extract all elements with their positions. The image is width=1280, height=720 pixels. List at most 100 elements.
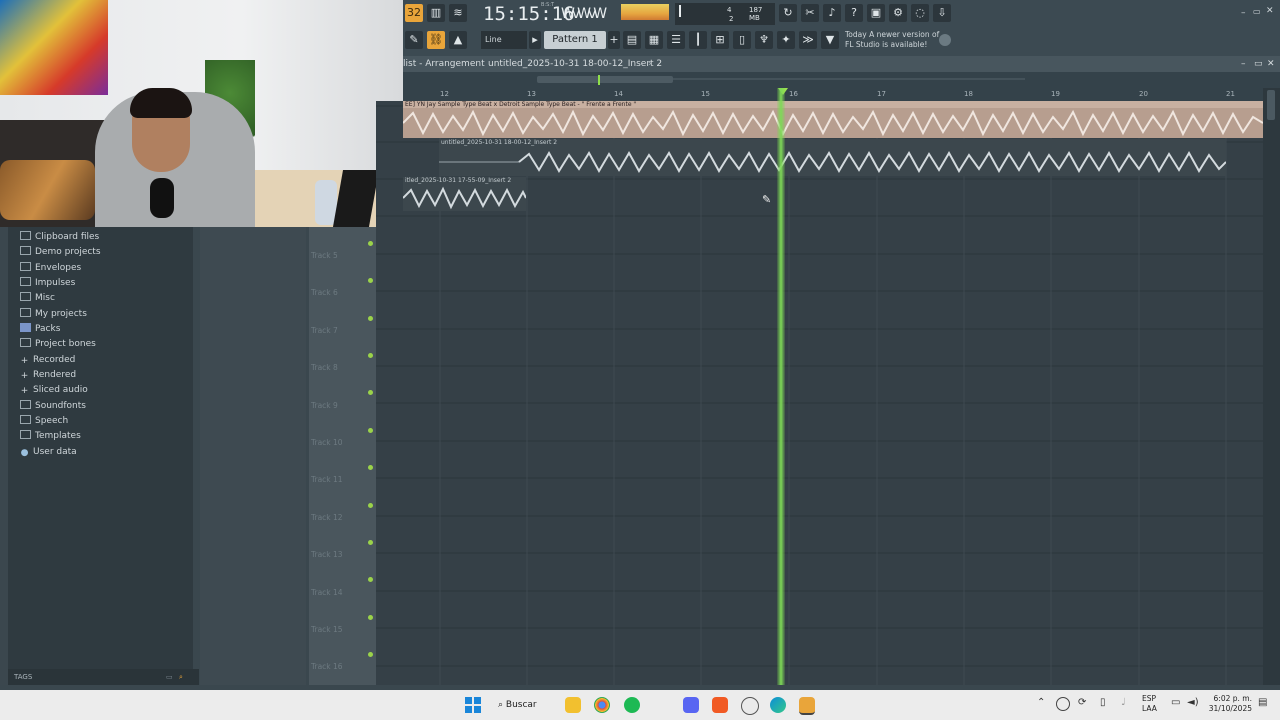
window-restore-icon[interactable]: ▭	[1253, 7, 1261, 16]
spotify-icon[interactable]	[624, 697, 640, 713]
browser-item-rendered[interactable]: + Rendered	[20, 368, 76, 383]
browser-item-user-data[interactable]: ● User data	[20, 445, 77, 460]
tags-edit-icon[interactable]: ▭	[166, 669, 173, 685]
patcher-icon[interactable]: ⊞	[711, 31, 729, 49]
mic-icon[interactable]: ♪	[823, 4, 841, 22]
plugin-icon[interactable]: ⚙	[889, 4, 907, 22]
wave-icon[interactable]: ≋	[449, 4, 467, 22]
tags-bar[interactable]: TAGS ▭ ⌕	[8, 669, 199, 685]
track-label[interactable]: Track 16	[311, 662, 343, 671]
tray-mic-icon[interactable]: ♩	[1121, 697, 1126, 708]
chat-icon[interactable]: ◌	[911, 4, 929, 22]
mixer-icon[interactable]: ▥	[427, 4, 445, 22]
edge-icon[interactable]	[770, 697, 786, 713]
tray-sync-icon[interactable]: ⟳	[1078, 697, 1086, 708]
fl-logo-button[interactable]: 32	[405, 4, 423, 22]
channel-rack-icon[interactable]: ☰	[667, 31, 685, 49]
tray-network-icon[interactable]: ▭	[1171, 697, 1180, 708]
playlist-vertical-scroll[interactable]	[1263, 88, 1280, 685]
chrome-icon[interactable]	[594, 697, 610, 713]
track-mute-led[interactable]	[368, 428, 373, 433]
news-panel[interactable]: Today A newer version of FL Studio is av…	[845, 30, 947, 52]
pattern-add-icon[interactable]: +	[608, 31, 620, 49]
browser-item-misc[interactable]: Misc	[20, 291, 55, 306]
track-label[interactable]: Track 14	[311, 588, 343, 597]
mixer-view-icon[interactable]: ┃	[689, 31, 707, 49]
track-mute-led[interactable]	[368, 353, 373, 358]
track-label[interactable]: Track 6	[311, 288, 338, 297]
discord-icon[interactable]	[683, 697, 699, 713]
track-mute-led[interactable]	[368, 652, 373, 657]
browser-item-envelopes[interactable]: Envelopes	[20, 261, 81, 276]
tray-app-icon[interactable]	[1056, 697, 1070, 711]
pattern-prev-icon[interactable]: ▸	[529, 31, 541, 49]
playlist-restore-icon[interactable]: ▭	[1254, 56, 1263, 72]
file-explorer-icon[interactable]	[565, 697, 581, 713]
help-icon[interactable]: ?	[845, 4, 863, 22]
master-volume-meter[interactable]	[621, 4, 669, 20]
notification-icon[interactable]: ▤	[1258, 697, 1267, 708]
browser-item-project-bones[interactable]: Project bones	[20, 337, 96, 352]
loop-record-icon[interactable]: ↻	[779, 4, 797, 22]
tray-clock[interactable]: 6:02 p. m. 31/10/2025	[1204, 694, 1252, 714]
plugin-picker-icon[interactable]: ♆	[755, 31, 773, 49]
save-icon[interactable]: ▣	[867, 4, 885, 22]
track-label[interactable]: Track 11	[311, 475, 343, 484]
tags-search-icon[interactable]: ⌕	[179, 669, 183, 685]
track-label[interactable]: Track 5	[311, 251, 338, 260]
track-label[interactable]: Track 7	[311, 326, 338, 335]
track-mute-led[interactable]	[368, 390, 373, 395]
browser-item-templates[interactable]: Templates	[20, 429, 81, 444]
tempo-icon[interactable]: ≫	[799, 31, 817, 49]
track-mute-led[interactable]	[368, 503, 373, 508]
script-icon[interactable]: ✦	[777, 31, 795, 49]
browser-item-recorded[interactable]: + Recorded	[20, 353, 76, 368]
window-minimize-icon[interactable]: –	[1241, 8, 1246, 18]
browser-item-speech[interactable]: Speech	[20, 414, 68, 429]
browser-item-demo-projects[interactable]: Demo projects	[20, 245, 101, 260]
audio-clip[interactable]: itled_2025-10-31 17-55-09_Insert 2	[403, 177, 526, 211]
browser-item-clipboard-files[interactable]: Clipboard files	[20, 230, 99, 245]
piano-roll-icon[interactable]: ▦	[645, 31, 663, 49]
track-mute-led[interactable]	[368, 615, 373, 620]
browser-item-packs[interactable]: Packs	[20, 322, 60, 337]
track-mute-led[interactable]	[368, 540, 373, 545]
tray-language[interactable]: ESP LAA	[1142, 694, 1157, 714]
tray-chevron-icon[interactable]: ⌃	[1037, 697, 1045, 708]
time-ruler[interactable]: 12 13 14 15 16 17 18 19 20 21	[403, 88, 1263, 101]
snap-selector[interactable]: Line	[481, 31, 527, 49]
browser-item-sliced-audio[interactable]: + Sliced audio	[20, 383, 88, 398]
track-mute-led[interactable]	[368, 316, 373, 321]
browser-icon[interactable]: ▯	[733, 31, 751, 49]
taskbar-search[interactable]: ⌕ Buscar	[498, 696, 556, 714]
stamp-icon[interactable]: ▲	[449, 31, 467, 49]
obs-icon[interactable]	[741, 697, 759, 715]
scroll-thumb[interactable]	[537, 76, 673, 83]
playlist-close-icon[interactable]: ✕	[1267, 56, 1275, 72]
track-label[interactable]: Track 12	[311, 513, 343, 522]
browser-item-soundfonts[interactable]: Soundfonts	[20, 399, 86, 414]
vscroll-thumb[interactable]	[1267, 90, 1275, 120]
link-icon[interactable]: ⛓	[427, 31, 445, 49]
audio-clip[interactable]: EE] YN Jay Sample Type Beat x Detroit Sa…	[403, 101, 1263, 138]
track-mute-led[interactable]	[368, 241, 373, 246]
browser-item-my-projects[interactable]: My projects	[20, 307, 87, 322]
shop-icon[interactable]: ▼	[821, 31, 839, 49]
track-mute-led[interactable]	[368, 577, 373, 582]
download-icon[interactable]: ⇩	[933, 4, 951, 22]
windows-start-icon[interactable]	[464, 696, 482, 714]
playlist-tracks-area[interactable]: EE] YN Jay Sample Type Beat x Detroit Sa…	[376, 88, 1263, 685]
playlist-horizontal-scroll[interactable]	[403, 72, 1280, 88]
track-label[interactable]: Track 8	[311, 363, 338, 372]
fl-studio-taskbar-icon[interactable]	[799, 697, 815, 715]
browser-item-impulses[interactable]: Impulses	[20, 276, 75, 291]
tray-usb-icon[interactable]: ▯	[1100, 697, 1106, 708]
track-label[interactable]: Track 9	[311, 401, 338, 410]
playlist-minimize-icon[interactable]: –	[1241, 56, 1246, 72]
window-close-icon[interactable]: ✕	[1266, 6, 1274, 16]
draw-tool-icon[interactable]: ✎	[405, 31, 423, 49]
track-mute-led[interactable]	[368, 278, 373, 283]
cut-icon[interactable]: ✂	[801, 4, 819, 22]
playlist-icon[interactable]: ▤	[623, 31, 641, 49]
news-toggle-icon[interactable]	[939, 34, 951, 46]
